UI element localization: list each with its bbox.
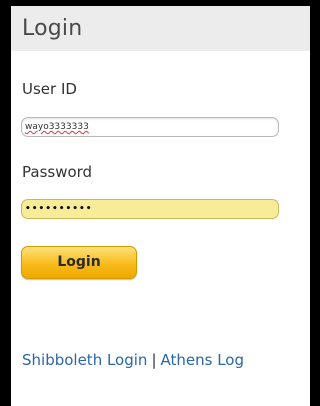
password-input[interactable]: •••••••••• — [21, 199, 279, 219]
password-masked-value: •••••••••• — [25, 204, 93, 214]
shibboleth-login-link[interactable]: Shibboleth Login — [22, 351, 147, 369]
login-panel: Login User ID wayo3333333 Password •••••… — [11, 6, 310, 406]
page-title: Login — [22, 16, 83, 41]
link-separator: | — [151, 351, 157, 369]
user-id-label: User ID — [22, 80, 77, 98]
title-bar: Login — [11, 6, 310, 51]
user-id-input[interactable]: wayo3333333 — [21, 117, 279, 137]
login-button[interactable]: Login — [21, 246, 137, 279]
athens-login-link[interactable]: Athens Log — [161, 351, 245, 369]
password-label: Password — [22, 163, 93, 181]
user-id-value: wayo3333333 — [25, 122, 89, 132]
alternate-login-links: Shibboleth Login | Athens Log — [22, 351, 244, 369]
